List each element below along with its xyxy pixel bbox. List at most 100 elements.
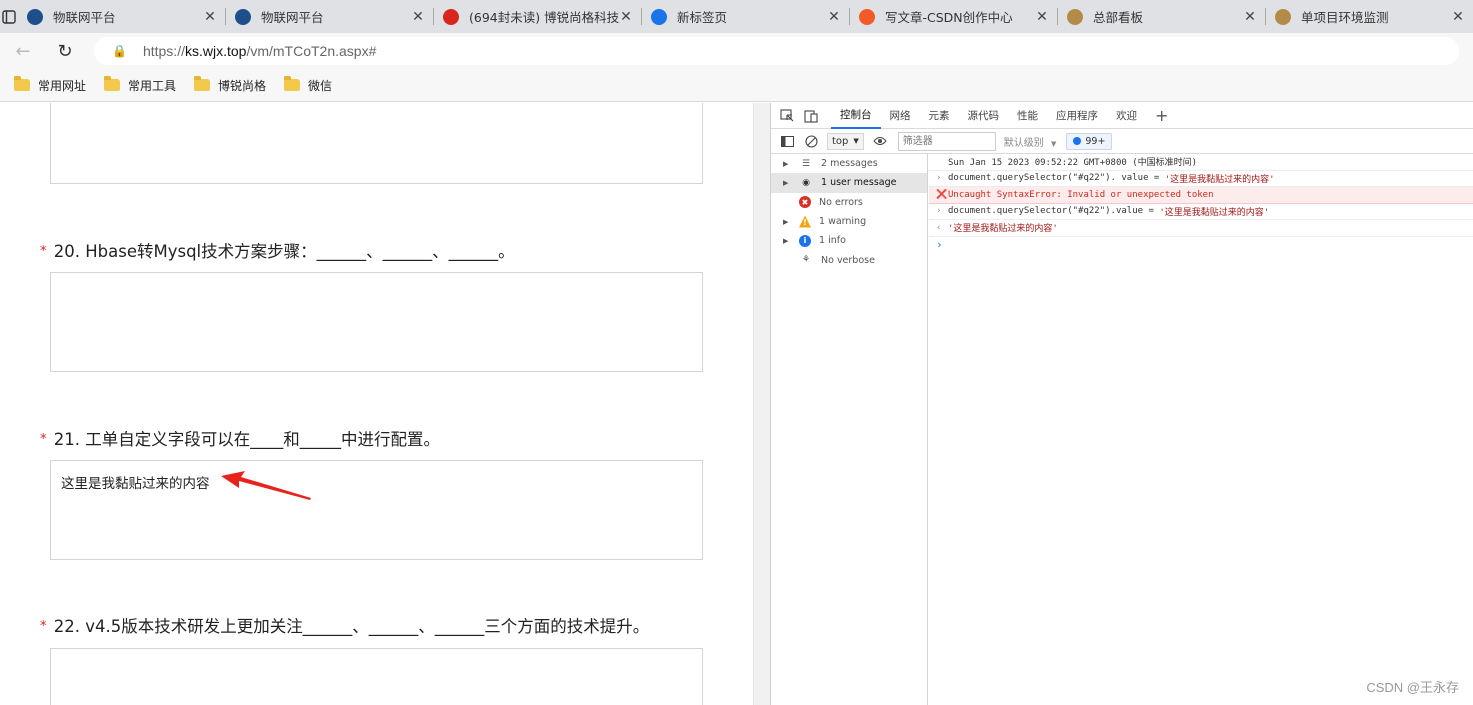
folder-icon [194, 76, 211, 91]
devtools-tab[interactable]: 控制台 [831, 103, 881, 129]
page-scrollbar[interactable] [753, 103, 770, 705]
inspect-element-button[interactable] [779, 108, 795, 123]
browser-tab[interactable]: 物联网平台 ✕ [17, 0, 225, 33]
sidebar-item[interactable]: ▶ i 1 info [771, 231, 927, 250]
expand-arrow-icon[interactable]: ▶ [783, 218, 791, 226]
bookmark-folder[interactable]: 微信 [284, 76, 332, 94]
error-icon: ❌ [936, 189, 948, 200]
devtools-tab[interactable]: 元素 [920, 103, 959, 129]
q21-answer-box[interactable]: 这里是我黏贴过来的内容 [50, 460, 703, 560]
console-body: ▶ ☰ 2 messages ▶ ◉ 1 user message ✖ No errors ▶!… [771, 154, 1473, 705]
url-prefix: https:// [142, 43, 185, 59]
context-selector[interactable]: top ▼ [827, 132, 864, 150]
console-sidebar: ▶ ☰ 2 messages ▶ ◉ 1 user message ✖ No errors ▶!… [771, 154, 928, 705]
folder-icon [104, 76, 121, 91]
bookmark-folder[interactable]: 博锐尚格 [194, 76, 267, 94]
bookmark-label: 博锐尚格 [218, 78, 267, 93]
devtools-panel: 控制台网络元素源代码性能应用程序欢迎 + top ▼ 默认级别 ▼ 99+ ▶ ☰… [770, 103, 1473, 705]
expand-arrow-icon[interactable]: ▶ [783, 160, 791, 168]
close-tab-icon[interactable]: ✕ [619, 9, 633, 25]
sidebar-item[interactable]: ⚘ No verbose [771, 250, 927, 269]
devtools-tab[interactable]: 源代码 [959, 103, 1009, 129]
browser-tab[interactable]: 写文章-CSDN创作中心 ✕ [849, 0, 1057, 33]
dashboard-logo-icon [1067, 8, 1083, 25]
close-tab-icon[interactable]: ✕ [827, 9, 841, 25]
context-value: top [832, 135, 849, 147]
question-22: * 22. v4.5版本技术研发上更加关注______、______、_____… [40, 613, 649, 637]
log-level-value: 默认级别 [1003, 137, 1044, 149]
error-icon: ✖ [799, 196, 811, 209]
q20-answer-box[interactable] [50, 272, 703, 372]
tab-strip: 物联网平台 ✕ 物联网平台 ✕ (694封未读) 博锐尚格科技股 ✕ 新标签页 ✕ 写文章-CS… [0, 0, 1473, 33]
console-prompt[interactable]: › [929, 237, 1473, 254]
tab-actions-button[interactable] [0, 0, 17, 33]
sidebar-item-label: 1 user message [821, 177, 897, 189]
console-toolbar: top ▼ 默认级别 ▼ 99+ [771, 129, 1473, 154]
url-field[interactable]: 🔒 https://ks.wjx.top/vm/mTCoT2n.aspx# [94, 37, 1459, 65]
user-icon: ◉ [802, 177, 810, 188]
url-host: ks.wjx.top [184, 43, 247, 59]
tab-title: 物联网平台 [53, 10, 116, 25]
input-chevron-icon: › [936, 173, 942, 184]
bookmark-folder[interactable]: 常用工具 [104, 76, 176, 94]
devtools-tab[interactable]: 网络 [881, 103, 920, 129]
issues-counter[interactable]: 99+ [1066, 132, 1113, 150]
device-toolbar-button[interactable] [803, 109, 819, 123]
browser-tab[interactable]: (694封未读) 博锐尚格科技股 ✕ [433, 0, 641, 33]
address-bar-row: ← ↻ 🔒 https://ks.wjx.top/vm/mTCoT2n.aspx… [0, 33, 1473, 69]
live-expression-button[interactable] [872, 134, 888, 148]
bookmarks-bar: 常用网址 常用工具 博锐尚格 微信 [0, 69, 1473, 102]
prompt-chevron-icon: › [936, 238, 943, 252]
close-tab-icon[interactable]: ✕ [1243, 9, 1257, 25]
expand-arrow-icon[interactable]: ▶ [783, 237, 791, 245]
back-button[interactable]: ← [12, 40, 34, 62]
devtools-tab[interactable]: 性能 [1008, 103, 1047, 129]
console-result-line: ‹ '这里是我黏贴过来的内容' [929, 220, 1473, 237]
devtools-tab[interactable]: 欢迎 [1107, 103, 1146, 129]
q19-answer-box[interactable] [50, 103, 703, 184]
tab-title: 总部看板 [1093, 10, 1144, 25]
expand-arrow-icon[interactable]: ▶ [783, 179, 791, 187]
log-level-selector[interactable]: 默认级别 ▼ [1004, 134, 1057, 149]
input-code: document.querySelector("#q22"). value = [948, 173, 1165, 184]
q22-answer-box[interactable] [50, 648, 703, 705]
filter-input[interactable] [897, 131, 996, 151]
close-tab-icon[interactable]: ✕ [411, 9, 425, 25]
clear-console-button[interactable] [803, 134, 819, 148]
bookmark-folder[interactable]: 常用网址 [14, 76, 87, 94]
sidebar-item[interactable]: ▶ ☰ 2 messages [771, 154, 927, 173]
dropdown-arrow-icon: ▼ [1050, 139, 1057, 148]
browser-tab[interactable]: 新标签页 ✕ [641, 0, 849, 33]
reload-button[interactable]: ↻ [54, 40, 76, 62]
inspect-icon [780, 108, 794, 121]
result-text: '这里是我黏贴过来的内容' [948, 224, 1058, 235]
browser-tab[interactable]: 总部看板 ✕ [1057, 0, 1265, 33]
list-icon: ☰ [801, 158, 811, 169]
new-tab-icon [651, 8, 667, 25]
dropdown-arrow-icon: ▼ [853, 137, 859, 145]
close-tab-icon[interactable]: ✕ [1451, 9, 1465, 25]
browser-tab[interactable]: 物联网平台 ✕ [225, 0, 433, 33]
survey-page: * 20. Hbase转Mysql技术方案步骤：______、______、__… [0, 103, 753, 705]
tab-title: 单项目环境监测 [1301, 10, 1389, 25]
question-number: 22. [53, 617, 80, 636]
sidebar-toggle-icon [780, 135, 794, 147]
reload-icon: ↻ [57, 40, 73, 62]
sidebar-item[interactable]: ✖ No errors [771, 193, 927, 212]
result-chevron-icon: ‹ [936, 222, 942, 233]
browser-tab[interactable]: 单项目环境监测 ✕ [1265, 0, 1473, 33]
close-tab-icon[interactable]: ✕ [1035, 9, 1049, 25]
question-number: 21. [53, 430, 80, 449]
sidebar-item[interactable]: ▶! 1 warning [771, 212, 927, 231]
sidebar-toggle-button[interactable] [779, 134, 795, 148]
tab-title: (694封未读) 博锐尚格科技股 [469, 10, 619, 25]
more-tabs-button[interactable]: + [1146, 103, 1177, 129]
close-tab-icon[interactable]: ✕ [203, 9, 217, 25]
sidebar-item[interactable]: ▶ ◉ 1 user message [771, 173, 927, 193]
bookmark-label: 常用网址 [38, 78, 87, 93]
devtools-tab-bar: 控制台 网络 元素 源代码 性能 应用程序 欢迎 + [771, 103, 1473, 129]
required-mark: * [40, 244, 47, 259]
dashboard-logo-icon [1275, 8, 1291, 25]
console-input-line: › document.querySelector("#q22").value =… [929, 204, 1473, 220]
devtools-tab[interactable]: 应用程序 [1047, 103, 1107, 129]
